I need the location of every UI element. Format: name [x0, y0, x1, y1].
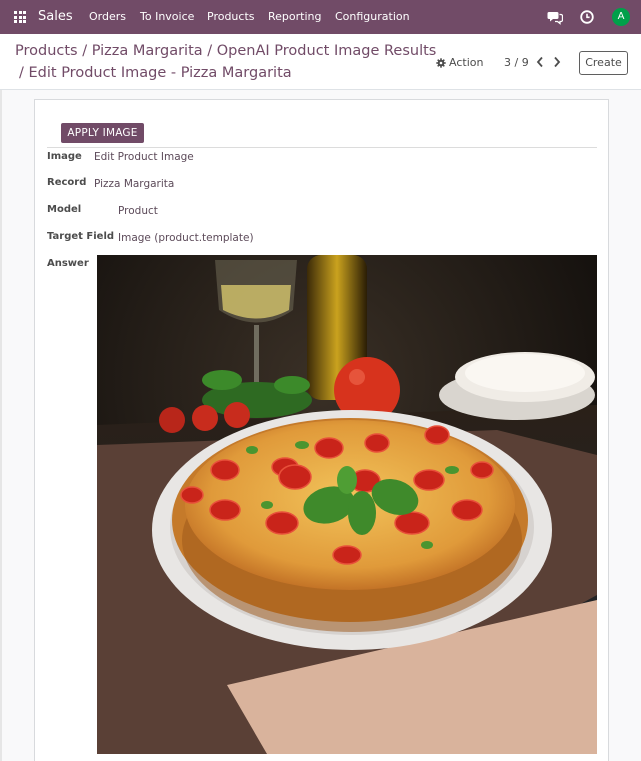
breadcrumb-separator: / [82, 43, 88, 59]
menu-orders[interactable]: Orders [89, 10, 126, 23]
top-navbar: Sales Orders To Invoice Products Reporti… [0, 0, 641, 34]
divider [47, 147, 597, 148]
breadcrumb-pizza-margarita[interactable]: Pizza Margarita [92, 43, 203, 59]
action-label: Action [449, 56, 484, 69]
apps-grid-icon[interactable] [14, 11, 26, 23]
control-panel: Products / Pizza Margarita / OpenAI Prod… [0, 34, 641, 90]
form-sheet: APPLY IMAGE Image Edit Product Image Rec… [34, 99, 609, 761]
breadcrumb: Products / Pizza Margarita / OpenAI Prod… [15, 43, 436, 59]
menu-to-invoice[interactable]: To Invoice [140, 10, 194, 23]
breadcrumb-openai-results[interactable]: OpenAI Product Image Results [217, 43, 437, 59]
answer-image [97, 255, 597, 754]
breadcrumb-separator: / [19, 65, 24, 81]
model-field-value[interactable]: Product [118, 205, 158, 217]
menu-products[interactable]: Products [207, 10, 255, 23]
breadcrumb-products[interactable]: Products [15, 43, 78, 59]
breadcrumb-current: Edit Product Image - Pizza Margarita [28, 65, 292, 81]
pager-value[interactable]: 3 / 9 [504, 56, 529, 69]
chevron-right-icon[interactable] [552, 56, 562, 68]
apply-image-button[interactable]: APPLY IMAGE [61, 123, 144, 143]
breadcrumb-separator: / [207, 43, 213, 59]
app-name[interactable]: Sales [38, 9, 73, 24]
create-button[interactable]: Create [579, 51, 628, 75]
left-edge [0, 90, 2, 761]
model-field-label: Model [47, 204, 82, 215]
record-field-label: Record [47, 177, 87, 188]
breadcrumb-current-line: / Edit Product Image - Pizza Margarita [19, 65, 292, 81]
image-field-value[interactable]: Edit Product Image [94, 151, 194, 163]
gear-icon [436, 57, 446, 68]
user-avatar[interactable]: A [612, 8, 630, 26]
menu-configuration[interactable]: Configuration [335, 10, 410, 23]
record-field-value[interactable]: Pizza Margarita [94, 178, 174, 190]
target-field-label: Target Field [47, 231, 115, 242]
answer-field-label: Answer [47, 258, 89, 269]
action-menu-button[interactable]: Action [436, 56, 483, 69]
image-field-label: Image [47, 151, 82, 162]
chat-icon[interactable] [547, 9, 563, 25]
clock-icon[interactable] [579, 9, 595, 25]
chevron-left-icon[interactable] [535, 56, 545, 68]
target-field-value[interactable]: Image (product.template) [118, 232, 254, 244]
menu-reporting[interactable]: Reporting [268, 10, 321, 23]
